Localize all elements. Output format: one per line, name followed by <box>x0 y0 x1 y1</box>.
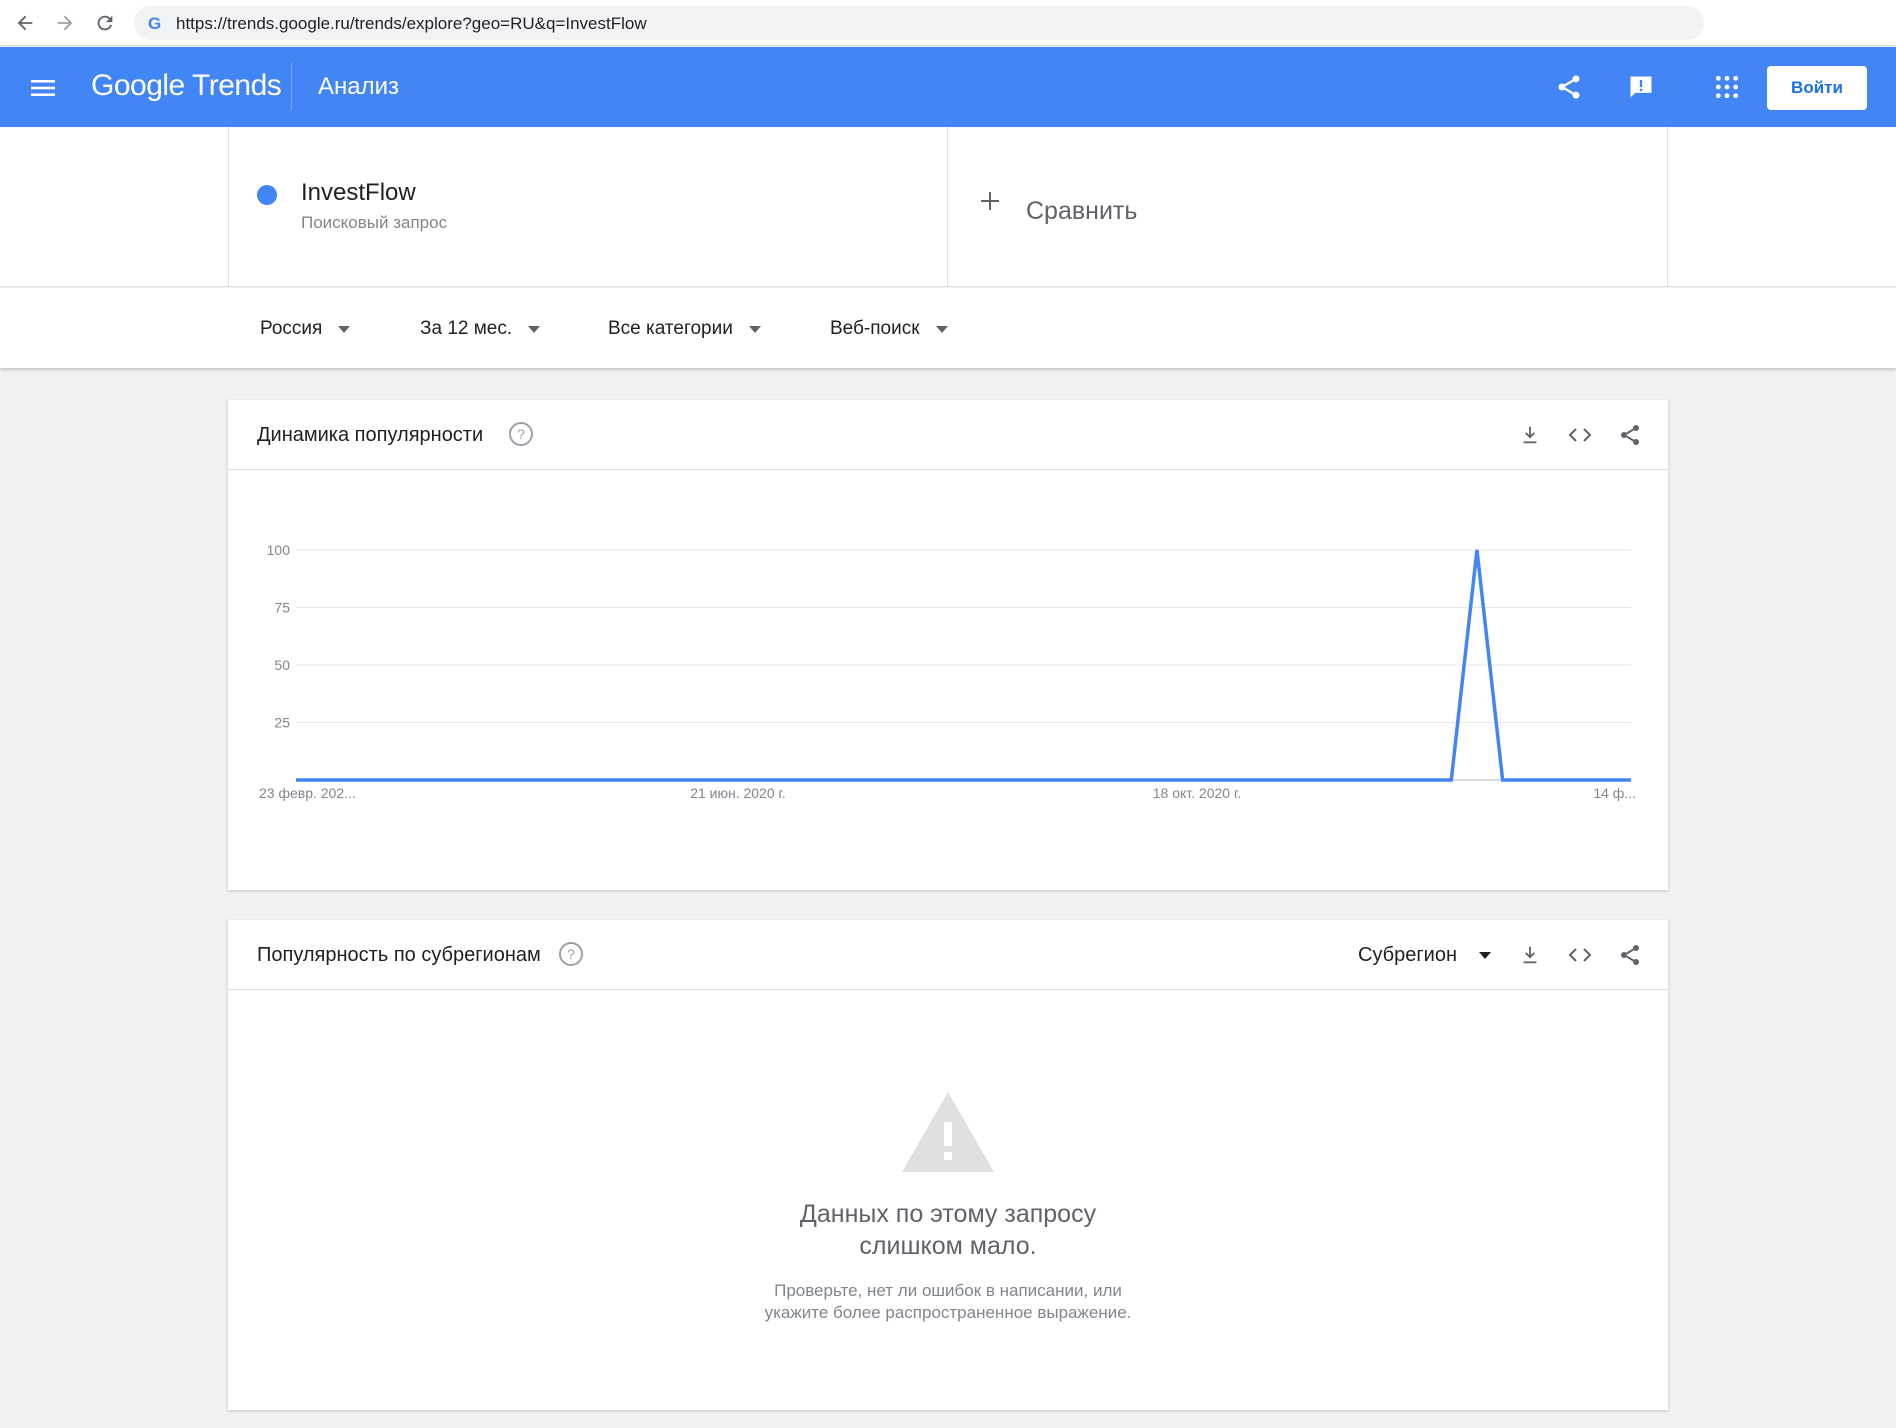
url-text: https://trends.google.ru/trends/explore?… <box>176 14 647 33</box>
region-filter-label: Россия <box>260 318 323 339</box>
reload-icon <box>97 15 113 31</box>
interest-card-title: Динамика популярности <box>257 424 484 446</box>
caret-down-icon <box>528 325 541 333</box>
apps-grid-icon <box>1715 75 1739 99</box>
term-area: InvestFlow Поисковый запрос Сравнить <box>0 127 1896 287</box>
compare-label: Сравнить <box>1026 197 1138 225</box>
y-tick-label: 25 <box>274 715 290 731</box>
interest-chart: 25 50 75 100 23 февр. 202... 21 июн. 2020 г. 1… <box>259 542 1636 801</box>
google-trends-logo[interactable]: Google Trends <box>91 69 282 103</box>
search-type-filter[interactable]: Веб-поиск <box>830 318 948 340</box>
empty-state-subtitle: Проверьте, нет ли ошибок в написании, ил… <box>228 1280 1668 1324</box>
y-tick-label: 75 <box>274 600 290 616</box>
feedback-button[interactable] <box>1623 69 1659 105</box>
browser-bar: G https://trends.google.ru/trends/explor… <box>0 0 1896 46</box>
search-type-filter-label: Веб-поиск <box>830 318 920 339</box>
y-tick-label: 100 <box>267 542 291 558</box>
menu-button[interactable] <box>26 73 60 103</box>
embed-button[interactable] <box>1565 420 1595 450</box>
subregion-card-title: Популярность по субрегионам <box>257 944 541 966</box>
category-filter[interactable]: Все категории <box>608 318 761 340</box>
x-tick-label: 21 июн. 2020 г. <box>690 785 786 801</box>
share-icon <box>1621 945 1639 965</box>
header-share-button[interactable] <box>1551 69 1587 105</box>
login-button[interactable]: Войти <box>1767 66 1867 110</box>
interest-card-header: Динамика популярности ? <box>228 400 1668 470</box>
category-filter-label: Все категории <box>608 318 733 339</box>
download-button[interactable] <box>1515 940 1545 970</box>
code-icon <box>1568 428 1592 442</box>
forward-button[interactable] <box>50 8 80 38</box>
svg-text:?: ? <box>517 426 525 442</box>
empty-state-subtitle-line2: укажите более распространенное выражение… <box>764 1303 1132 1322</box>
x-tick-label: 14 ф... <box>1593 785 1636 801</box>
warning-icon <box>902 1092 994 1172</box>
share-button[interactable] <box>1615 420 1645 450</box>
y-tick-label: 50 <box>274 657 290 673</box>
caret-down-icon <box>935 325 948 333</box>
share-icon <box>1621 425 1639 445</box>
embed-button[interactable] <box>1565 940 1595 970</box>
back-button[interactable] <box>10 8 40 38</box>
region-filter[interactable]: Россия <box>260 318 351 340</box>
subregion-selector[interactable]: Субрегион <box>1358 944 1492 967</box>
subregion-card: Популярность по субрегионам ? Субрегион … <box>228 920 1668 1410</box>
feedback-icon <box>1630 76 1652 98</box>
help-icon[interactable]: ? <box>558 941 584 967</box>
empty-state-title-line1: Данных по этому запросу <box>799 1200 1097 1228</box>
subregion-selector-label: Субрегион <box>1358 944 1458 966</box>
download-icon <box>1523 426 1537 444</box>
arrow-left-icon <box>17 15 33 31</box>
favicon-icon: G <box>148 14 162 33</box>
empty-state-title: Данных по этому запросу слишком мало. <box>228 1198 1668 1262</box>
share-button[interactable] <box>1615 940 1645 970</box>
x-tick-label: 23 февр. 202... <box>259 785 356 801</box>
caret-down-icon <box>1479 952 1492 959</box>
arrow-right-icon <box>57 15 73 31</box>
plus-icon <box>981 192 999 210</box>
code-icon <box>1568 948 1592 962</box>
download-icon <box>1523 946 1537 964</box>
download-button[interactable] <box>1515 420 1545 450</box>
filter-bar: Россия За 12 мес. Все категории Веб-поис… <box>0 288 1896 368</box>
hamburger-icon <box>31 80 55 96</box>
period-filter-label: За 12 мес. <box>420 318 513 339</box>
empty-state-title-line2: слишком мало. <box>859 1232 1037 1260</box>
address-bar[interactable]: G https://trends.google.ru/trends/explor… <box>134 6 1704 40</box>
term-type: Поисковый запрос <box>301 213 448 232</box>
reload-button[interactable] <box>90 8 120 38</box>
search-term-card[interactable]: InvestFlow Поисковый запрос <box>228 127 948 287</box>
header-divider <box>291 63 292 111</box>
help-icon[interactable]: ? <box>508 421 534 447</box>
svg-text:?: ? <box>567 946 575 962</box>
caret-down-icon <box>338 325 351 333</box>
term-color-dot <box>257 185 277 205</box>
page-title: Анализ <box>318 73 400 100</box>
interest-over-time-card: Динамика популярности ? 25 50 75 100 23 февр… <box>228 400 1668 890</box>
term-name: InvestFlow <box>301 179 416 206</box>
apps-button[interactable] <box>1709 69 1745 105</box>
app-header: Google Trends Анализ Войти <box>0 47 1896 127</box>
x-tick-label: 18 окт. 2020 г. <box>1153 785 1242 801</box>
caret-down-icon <box>748 325 761 333</box>
subregion-card-header: Популярность по субрегионам ? Субрегион <box>228 920 1668 990</box>
empty-state-subtitle-line1: Проверьте, нет ли ошибок в написании, ил… <box>774 1281 1122 1300</box>
period-filter[interactable]: За 12 мес. <box>420 318 541 340</box>
compare-card[interactable]: Сравнить <box>948 127 1668 287</box>
share-icon <box>1558 75 1580 99</box>
